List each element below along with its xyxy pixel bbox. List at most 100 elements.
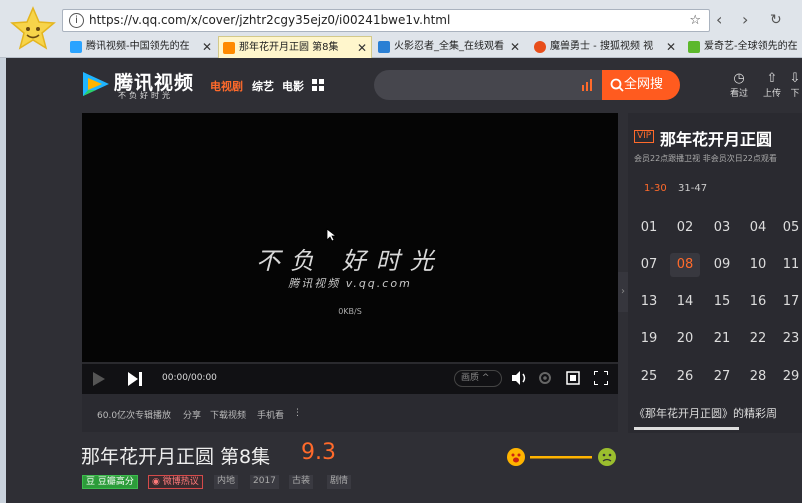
tab-3[interactable]: 魔兽勇士 - 搜狐视频 视 ✕ xyxy=(530,36,680,58)
site-info-icon[interactable]: i xyxy=(69,13,84,28)
tab-favicon-icon xyxy=(70,41,82,53)
panel-scroll-indicator xyxy=(634,427,739,430)
nav-movie[interactable]: 电影 xyxy=(282,78,304,94)
quality-selector[interactable]: 画质 ^ xyxy=(454,370,502,387)
watch-on-mobile-link[interactable]: 手机看 xyxy=(257,408,284,421)
upload-icon: ⇧ xyxy=(766,71,778,86)
nav-tv[interactable]: 电视剧 xyxy=(210,78,243,94)
video-player[interactable]: 不负 好时光 腾讯视频 v.qq.com 0KB/S xyxy=(82,113,618,394)
tab-2[interactable]: 火影忍者_全集_在线观看 ✕ xyxy=(374,36,524,58)
tab-close-icon[interactable]: ✕ xyxy=(666,36,676,58)
episode-15[interactable]: 15 xyxy=(707,290,737,314)
tab-label: 那年花开月正圆 第8集 xyxy=(239,42,339,53)
quality-label: 画质 xyxy=(461,373,480,383)
episode-03[interactable]: 03 xyxy=(707,216,737,240)
score: 9.3 xyxy=(301,440,336,465)
collapse-panel-handle[interactable]: › xyxy=(618,272,628,312)
brand-slogan: 不负好时光 xyxy=(118,91,173,100)
tab-4[interactable]: 爱奇艺-全球领先的在 xyxy=(684,36,802,58)
episode-27[interactable]: 27 xyxy=(707,365,737,389)
upload-label: 上传 xyxy=(762,89,781,99)
tab-favicon-icon xyxy=(688,41,700,53)
more-icon[interactable]: ⋮ xyxy=(293,408,302,418)
next-episode-icon[interactable] xyxy=(128,372,142,386)
tag-label: 豆瓣高分 xyxy=(97,477,134,487)
tab-favicon-icon xyxy=(534,41,546,53)
episode-04[interactable]: 04 xyxy=(743,216,773,240)
address-bar[interactable]: i https://v.qq.com/x/cover/jzhtr2cgy35ej… xyxy=(62,9,710,32)
episode-21[interactable]: 21 xyxy=(707,327,737,351)
episode-29[interactable]: 29 xyxy=(780,365,802,389)
douban-icon: 豆 xyxy=(86,477,96,487)
tab-favicon-icon xyxy=(378,41,390,53)
search-button[interactable]: 全网搜 xyxy=(602,70,680,100)
download-video-link[interactable]: 下载视频 xyxy=(210,408,246,421)
episode-13[interactable]: 13 xyxy=(634,290,664,314)
related-feature-link[interactable]: 《那年花开月正圆》的精彩周 xyxy=(634,405,777,421)
hot-chart-icon[interactable] xyxy=(582,79,594,91)
episode-07[interactable]: 07 xyxy=(634,253,664,277)
episode-20[interactable]: 20 xyxy=(670,327,700,351)
schedule-note: 会员22点跟播卫视 非会员次日22点观看 xyxy=(634,154,777,163)
vip-badge: VIP xyxy=(634,130,655,143)
back-icon[interactable]: ‹ xyxy=(716,9,722,31)
tag-drama[interactable]: 剧情 xyxy=(327,475,352,489)
tag-region[interactable]: 内地 xyxy=(214,475,239,489)
settings-gear-icon[interactable] xyxy=(538,371,552,385)
tag-costume[interactable]: 古装 xyxy=(289,475,314,489)
download-button[interactable]: ⇩ 下 xyxy=(788,72,802,99)
tab-close-icon[interactable]: ✕ xyxy=(510,36,520,58)
browser-logo-icon xyxy=(10,6,56,50)
episode-25[interactable]: 25 xyxy=(634,365,664,389)
episode-01[interactable]: 01 xyxy=(634,216,664,240)
tab-label: 腾讯视频-中国领先的在 xyxy=(86,41,190,52)
search-input[interactable] xyxy=(374,70,602,100)
share-link[interactable]: 分享 xyxy=(183,408,201,421)
rating-bar[interactable] xyxy=(506,446,618,468)
mini-screen-icon[interactable] xyxy=(566,371,580,385)
search-button-label: 全网搜 xyxy=(624,77,664,92)
refresh-icon[interactable]: ↻ xyxy=(770,9,782,31)
episode-02[interactable]: 02 xyxy=(670,216,700,240)
play-icon[interactable] xyxy=(92,372,106,386)
episode-09[interactable]: 09 xyxy=(707,253,737,277)
history-label: 看过 xyxy=(729,89,748,99)
episode-23[interactable]: 23 xyxy=(780,327,802,351)
episode-05[interactable]: 05 xyxy=(780,216,802,240)
watermark-slogan: 不负 好时光 xyxy=(256,247,444,275)
progress-bar[interactable] xyxy=(82,362,618,364)
site-logo[interactable]: 腾讯视频 不负好时光 xyxy=(80,68,200,102)
episode-19[interactable]: 19 xyxy=(634,327,664,351)
episode-28[interactable]: 28 xyxy=(743,365,773,389)
tag-weibo[interactable]: ◉ 微博热议 xyxy=(148,475,203,489)
tag-douban[interactable]: 豆 豆瓣高分 xyxy=(82,475,138,489)
fullscreen-icon[interactable] xyxy=(594,371,608,385)
upload-button[interactable]: ⇧ 上传 xyxy=(761,71,783,100)
bookmark-star-icon[interactable]: ☆ xyxy=(689,10,701,31)
forward-icon[interactable]: › xyxy=(742,9,748,31)
episode-26[interactable]: 26 xyxy=(670,365,700,389)
tag-year[interactable]: 2017 xyxy=(250,475,279,489)
episode-08-current[interactable]: 08 xyxy=(670,253,700,277)
mouse-cursor-icon xyxy=(326,228,338,242)
tab-close-icon[interactable]: ✕ xyxy=(202,36,212,58)
player-controls: 00:00/00:00 画质 ^ xyxy=(82,362,618,394)
tab-close-icon[interactable]: ✕ xyxy=(357,37,367,58)
episode-22[interactable]: 22 xyxy=(743,327,773,351)
series-title[interactable]: 那年花开月正圆 xyxy=(660,126,772,150)
range-1-30[interactable]: 1-30 xyxy=(644,183,667,194)
episode-17[interactable]: 17 xyxy=(780,290,802,314)
range-31-47[interactable]: 31-47 xyxy=(678,183,707,194)
history-button[interactable]: ◷ 看过 xyxy=(728,72,750,100)
episode-panel: VIP 那年花开月正圆 会员22点跟播卫视 非会员次日22点观看 1-30 31… xyxy=(628,113,802,433)
tab-0[interactable]: 腾讯视频-中国领先的在 ✕ xyxy=(66,36,216,58)
episode-10[interactable]: 10 xyxy=(743,253,773,277)
grid-menu-icon[interactable] xyxy=(312,79,324,91)
volume-icon[interactable] xyxy=(512,371,528,385)
episode-16[interactable]: 16 xyxy=(743,290,773,314)
tab-label: 爱奇艺-全球领先的在 xyxy=(704,41,798,52)
episode-11[interactable]: 11 xyxy=(780,253,802,277)
nav-variety[interactable]: 综艺 xyxy=(252,78,274,94)
episode-14[interactable]: 14 xyxy=(670,290,700,314)
tab-1[interactable]: 那年花开月正圆 第8集 ✕ xyxy=(218,36,372,58)
